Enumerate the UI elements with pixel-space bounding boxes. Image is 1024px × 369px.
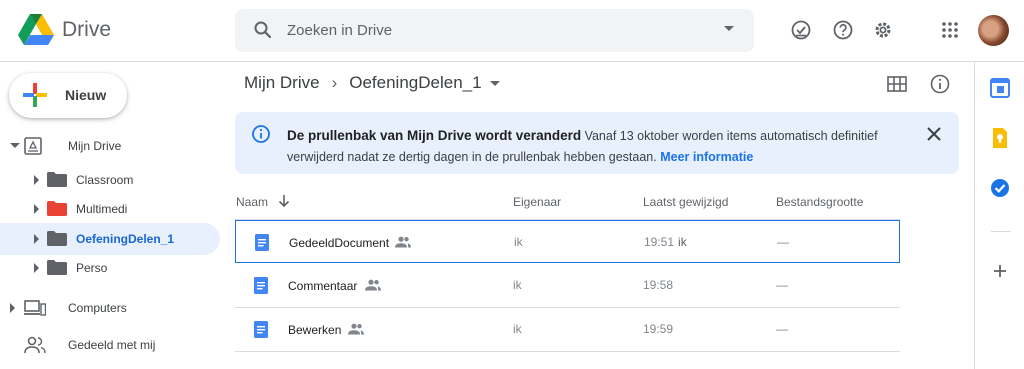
- shared-people-icon: [24, 336, 46, 354]
- folder-icon: [47, 201, 67, 216]
- column-header-modified[interactable]: Laatst gewijzigd: [643, 195, 728, 209]
- file-name: Commentaar: [288, 279, 358, 293]
- divider: [235, 351, 900, 352]
- plus-icon: [23, 83, 47, 107]
- divider: [991, 231, 1011, 232]
- tasks-icon[interactable]: [990, 178, 1010, 198]
- file-name: Bewerken: [288, 323, 342, 337]
- new-button[interactable]: Nieuw: [9, 73, 127, 118]
- modified-by: ik: [678, 235, 687, 249]
- file-size: —: [776, 322, 788, 336]
- search-icon[interactable]: [253, 20, 273, 40]
- more-info-link[interactable]: Meer informatie: [660, 150, 753, 164]
- sidebar-item-label: Mijn Drive: [68, 139, 122, 153]
- help-icon[interactable]: [832, 19, 854, 41]
- expand-arrow-icon[interactable]: [34, 175, 39, 185]
- trash-policy-banner: De prullenbak van Mijn Drive wordt veran…: [235, 112, 959, 174]
- sidebar-item-classroom[interactable]: Classroom: [0, 164, 220, 196]
- shared-icon: [365, 279, 381, 291]
- sidebar-item-computers[interactable]: Computers: [0, 292, 220, 324]
- settings-icon[interactable]: [872, 19, 894, 41]
- banner-text: De prullenbak van Mijn Drive wordt veran…: [287, 125, 907, 168]
- grid-view-icon[interactable]: [886, 73, 908, 95]
- banner-title: De prullenbak van Mijn Drive wordt veran…: [287, 128, 582, 143]
- close-icon[interactable]: [926, 126, 942, 142]
- top-bar: Drive: [0, 0, 1024, 62]
- sidebar-item-label: Computers: [68, 301, 127, 315]
- table-row[interactable]: Bewerken ik 19:59 —: [235, 308, 900, 351]
- avatar[interactable]: [978, 15, 1009, 46]
- google-doc-icon: [254, 321, 268, 338]
- side-panel-rail: [974, 62, 1024, 369]
- file-size: —: [776, 278, 788, 292]
- sidebar-item-label: Classroom: [76, 173, 134, 187]
- search-bar[interactable]: [235, 9, 754, 52]
- expand-arrow-icon[interactable]: [34, 204, 39, 214]
- sidebar-item-oefeningdelen[interactable]: OefeningDelen_1: [0, 223, 220, 255]
- sidebar-item-label: Multimedi: [76, 202, 128, 216]
- sidebar-item-label: Gedeeld met mij: [68, 338, 156, 352]
- folder-icon: [47, 172, 67, 187]
- shared-icon: [348, 323, 364, 335]
- column-header-name[interactable]: Naam: [236, 195, 268, 209]
- folder-menu-dropdown-icon[interactable]: [489, 81, 500, 87]
- column-header-owner[interactable]: Eigenaar: [513, 195, 561, 209]
- expand-arrow-icon[interactable]: [10, 303, 15, 313]
- file-owner: ik: [513, 278, 522, 292]
- info-icon[interactable]: [929, 73, 951, 95]
- file-owner: ik: [513, 322, 522, 336]
- brand-name[interactable]: Drive: [62, 18, 111, 42]
- breadcrumb-current-folder[interactable]: OefeningDelen_1: [349, 73, 481, 92]
- sidebar-item-shared-with-me[interactable]: Gedeeld met mij: [0, 329, 220, 361]
- column-header-size[interactable]: Bestandsgrootte: [776, 195, 863, 209]
- calendar-icon[interactable]: [990, 78, 1010, 98]
- apps-icon[interactable]: [939, 19, 961, 41]
- breadcrumb: Mijn Drive › OefeningDelen_1: [244, 73, 500, 93]
- file-modified: 19:59: [643, 322, 674, 336]
- new-button-label: Nieuw: [65, 87, 107, 103]
- folder-icon: [47, 231, 67, 246]
- file-owner: ik: [514, 235, 523, 249]
- sidebar-item-label: Perso: [76, 261, 108, 275]
- add-addon-icon[interactable]: [990, 261, 1010, 281]
- google-doc-icon: [255, 234, 269, 251]
- google-doc-icon: [254, 277, 268, 294]
- keep-icon[interactable]: [990, 128, 1010, 148]
- offline-check-icon[interactable]: [790, 19, 812, 41]
- my-drive-icon: [24, 137, 42, 155]
- info-icon: [252, 125, 270, 143]
- sidebar-item-label: OefeningDelen_1: [76, 232, 175, 246]
- computers-icon: [24, 300, 46, 316]
- file-modified: 19:58: [643, 278, 674, 292]
- table-row[interactable]: Commentaar ik 19:58 —: [235, 264, 900, 307]
- breadcrumb-separator: ›: [331, 73, 338, 92]
- table-row[interactable]: GedeeldDocument ik 19:51 ik —: [235, 220, 900, 263]
- file-name: GedeeldDocument: [289, 236, 390, 250]
- sort-arrow-down-icon[interactable]: [278, 194, 290, 208]
- file-size: —: [777, 235, 789, 249]
- collapse-arrow-icon[interactable]: [10, 143, 20, 148]
- sidebar-item-multimedi[interactable]: Multimedi: [0, 193, 220, 225]
- file-modified: 19:51 ik: [644, 235, 687, 249]
- sidebar-item-perso[interactable]: Perso: [0, 252, 220, 284]
- modified-time: 19:51: [644, 235, 675, 249]
- search-options-dropdown-icon[interactable]: [724, 26, 734, 31]
- breadcrumb-my-drive[interactable]: Mijn Drive: [244, 73, 320, 92]
- drive-logo-icon[interactable]: [18, 14, 54, 46]
- expand-arrow-icon[interactable]: [34, 234, 39, 244]
- folder-icon: [47, 260, 67, 275]
- expand-arrow-icon[interactable]: [34, 263, 39, 273]
- shared-icon: [395, 236, 411, 248]
- sidebar-item-my-drive[interactable]: Mijn Drive: [0, 130, 220, 162]
- search-input[interactable]: [287, 9, 687, 52]
